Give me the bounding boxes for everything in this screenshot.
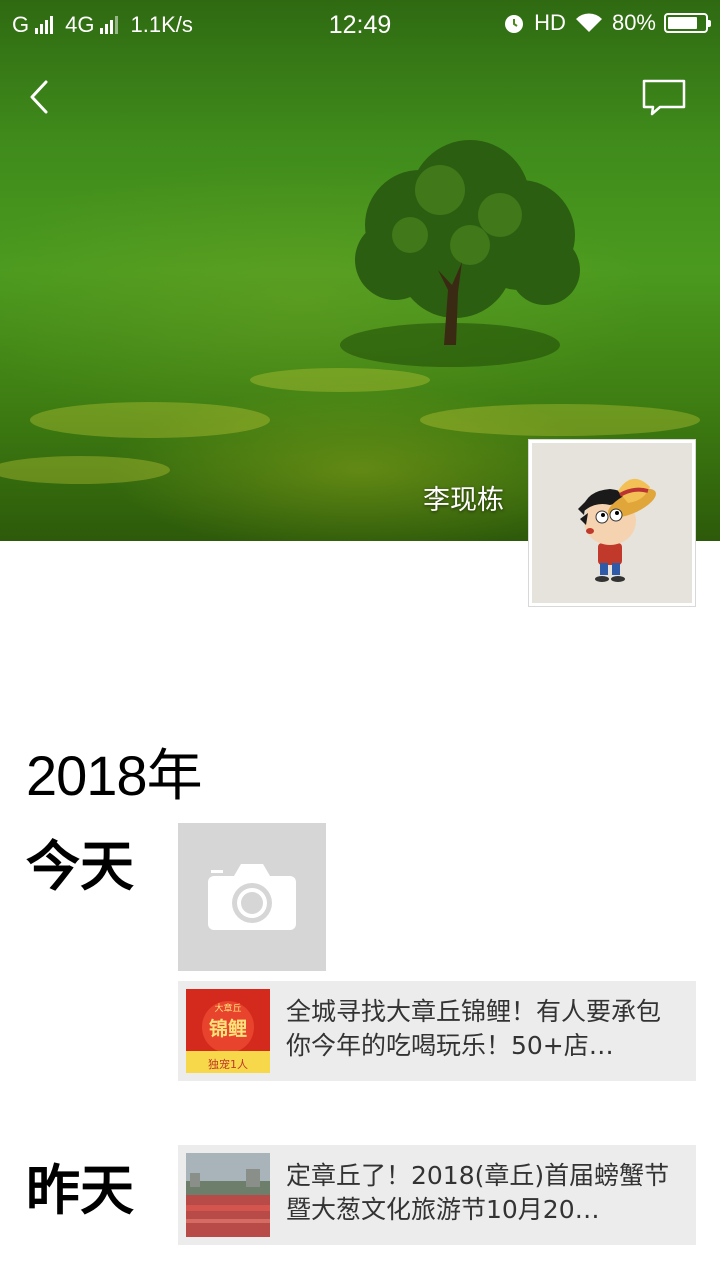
status-bar: G 4G 1.1K/s 12:49 HD 80% [0,0,720,50]
status-right: HD 80% [502,10,711,36]
koi-poster-thumbnail: 大章丘 锦鲤 独宠1人 [186,989,270,1073]
thumb-main-text: 锦鲤 [209,1017,247,1040]
day-label-yesterday: 昨天 [26,1159,134,1222]
hd-label: HD [534,10,566,35]
battery-percent: 80% [611,10,656,35]
message-button[interactable] [638,74,690,120]
chevron-left-icon [30,80,48,114]
camera-icon [208,864,296,930]
article-thumbnail [186,1153,270,1237]
shared-article-card[interactable]: 定章丘了！2018(章丘)首届螃蟹节暨大葱文化旅游节10月20… [178,1145,696,1245]
article-thumbnail: 大章丘 锦鲤 独宠1人 [186,989,270,1073]
battery-icon [664,13,711,33]
festival-photo-thumbnail [186,1153,270,1237]
timeline-year: 2018年 [26,744,203,807]
message-icon [642,79,686,116]
article-title: 全城寻找大章丘锦鲤！有人要承包你今年的吃喝玩乐！50+店… [286,997,662,1060]
battery-fill [668,17,697,29]
profile-name[interactable]: 李现栋 [423,478,504,517]
alarm-icon [505,15,524,33]
wifi-icon [575,13,602,32]
back-button[interactable] [22,74,62,120]
avatar[interactable] [528,439,696,607]
avatar-image [532,443,692,603]
thumb-footer-text: 独宠1人 [208,1057,248,1071]
cartoon-avatar-icon [532,443,692,603]
article-title: 定章丘了！2018(章丘)首届螃蟹节暨大葱文化旅游节10月20… [286,1161,670,1224]
thumb-title-text: 大章丘 [214,1002,241,1014]
shared-article-card[interactable]: 大章丘 锦鲤 独宠1人 全城寻找大章丘锦鲤！有人要承包你今年的吃喝玩乐！50+店… [178,981,696,1081]
day-label-today: 今天 [26,835,134,898]
camera-post-button[interactable] [178,823,326,971]
